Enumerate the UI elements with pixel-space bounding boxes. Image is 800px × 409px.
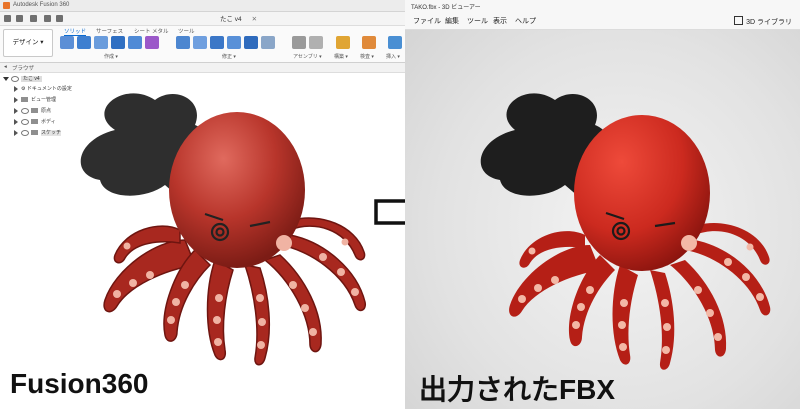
new-sketch-icon[interactable] [60,36,74,49]
folder-icon [31,119,38,125]
folder-icon [31,108,38,114]
box-icon[interactable] [111,36,125,49]
save-icon[interactable] [30,15,37,22]
expand-icon[interactable] [3,76,9,81]
browser-label: ブラウザ [12,66,35,72]
tree-item-label: ビュー管理 [31,97,57,103]
viewer-title-bar: TAKO.fbx - 3D ビューアー [405,0,800,12]
folder-icon [21,97,28,103]
eye-icon[interactable] [11,75,19,82]
tab-surface[interactable]: サーフェス [96,27,123,35]
collapse-icon[interactable]: ◂ [4,64,7,70]
menu-edit[interactable]: 編集 [445,16,459,26]
offset-plane-icon[interactable] [336,36,350,49]
3d-library-label: 3D ライブラリ [746,19,792,26]
expand-icon[interactable] [14,107,18,114]
3d-viewer-window: TAKO.fbx - 3D ビューアー ファイル 編集 ツール 表示 ヘルプ 3… [405,0,800,409]
tree-item-label: 原点 [41,108,52,114]
tree-root-label: たこ v4 [21,76,42,82]
gear-icon: ⚙ [21,86,26,92]
fusion360-window: Autodesk Fusion 360 たこ v4 ✕ デザイン ▾ ソリッド サ… [0,0,405,409]
group-construct[interactable]: 構築 ▾ [334,53,348,60]
viewer-menu-bar: ファイル 編集 ツール 表示 ヘルプ 3D ライブラリ [405,12,800,30]
group-modify[interactable]: 修正 ▾ [222,53,236,60]
grid-menu-icon[interactable] [4,15,11,22]
move-icon[interactable] [261,36,275,49]
quick-access-toolbar [0,12,405,26]
chamfer-icon[interactable] [210,36,224,49]
cylinder-icon[interactable] [128,36,142,49]
octopus-mouth [681,235,697,251]
viewer-window-title: TAKO.fbx - 3D ビューアー [411,5,481,11]
workspace-dropdown[interactable]: デザイン ▾ [3,29,53,57]
tree-item-label: ボディ [41,119,56,125]
tree-item-bodies[interactable]: ボディ [14,118,56,127]
browser-header: ◂ ブラウザ [0,63,405,73]
octopus-mouth [276,235,292,251]
tree-root[interactable]: たこ v4 [3,75,42,84]
file-icon[interactable] [16,15,23,22]
undo-icon[interactable] [44,15,51,22]
tree-item-origin[interactable]: 原点 [14,107,51,116]
fillet-icon[interactable] [193,36,207,49]
tree-item-named-views[interactable]: ビュー管理 [14,96,56,105]
group-create[interactable]: 作成 ▾ [104,53,118,60]
expand-icon[interactable] [14,129,18,136]
tree-item-sketches[interactable]: スケッチ [14,129,62,138]
new-component-icon[interactable] [292,36,306,49]
eye-icon[interactable] [21,118,29,125]
tab-solid[interactable]: ソリッド [64,27,87,36]
extrude-icon[interactable] [77,36,91,49]
combine-icon[interactable] [244,36,258,49]
redo-icon[interactable] [56,15,63,22]
eye-icon[interactable] [21,107,29,114]
shell-icon[interactable] [227,36,241,49]
close-tab-icon[interactable]: ✕ [252,16,257,23]
fusion-window-title: Autodesk Fusion 360 [13,2,70,8]
fusion-logo-icon [3,2,10,9]
expand-icon[interactable] [14,118,18,125]
cube-icon [734,16,744,25]
document-tab-label: たこ v4 [220,16,242,23]
fusion-title-bar: Autodesk Fusion 360 [0,0,405,12]
document-tab[interactable]: たこ v4 ✕ [220,13,257,23]
expand-icon[interactable] [14,96,18,103]
menu-help[interactable]: ヘルプ [515,16,536,26]
group-insert[interactable]: 挿入 ▾ [386,53,400,60]
octopus-model-fusion[interactable] [55,80,395,370]
folder-icon [31,130,38,136]
menu-view[interactable]: 表示 [493,16,507,26]
caption-right: 出力されたFBX [419,374,616,405]
menu-tools[interactable]: ツール [467,16,488,26]
eye-icon[interactable] [21,129,29,136]
insert-icon[interactable] [388,36,402,49]
tab-tools[interactable]: ツール [178,27,195,35]
group-assemble[interactable]: アセンブリ ▾ [293,53,322,60]
expand-icon[interactable] [14,85,18,92]
revolve-icon[interactable] [94,36,108,49]
group-inspect[interactable]: 検査 ▾ [360,53,374,60]
menu-file[interactable]: ファイル [413,16,441,26]
form-icon[interactable] [145,36,159,49]
octopus-model-fbx[interactable] [470,85,790,375]
measure-icon[interactable] [362,36,376,49]
press-pull-icon[interactable] [176,36,190,49]
3d-library-button[interactable]: 3D ライブラリ [734,16,792,27]
tab-sheet-metal[interactable]: シート メタル [134,27,169,35]
caption-left: Fusion360 [10,368,149,399]
joint-icon[interactable] [309,36,323,49]
